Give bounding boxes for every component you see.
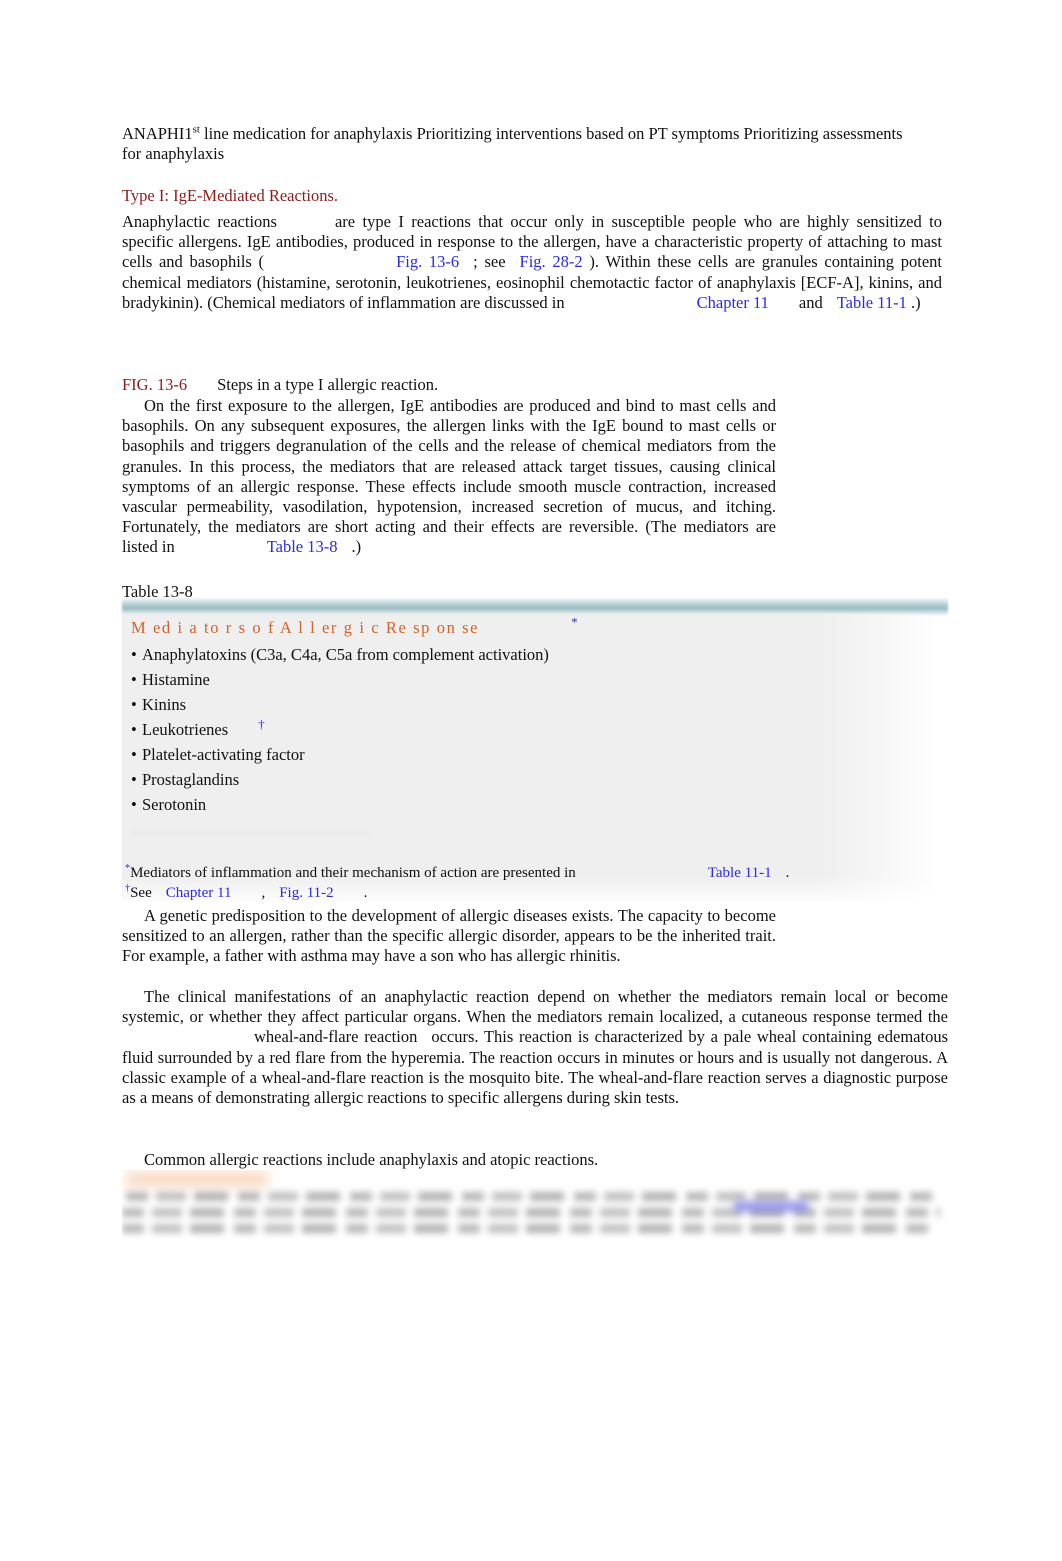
list-item-label: Histamine bbox=[142, 670, 210, 689]
list-item-label: Anaphylatoxins (C3a, C4a, C5a from compl… bbox=[142, 645, 549, 664]
list-item-footnote-mark: † bbox=[258, 716, 265, 732]
link-table-13-8[interactable]: Table 13-8 bbox=[267, 537, 338, 556]
list-item: • Platelet-activating factor bbox=[131, 742, 891, 767]
link-fig-11-2-footnote[interactable]: Fig. 11-2 bbox=[279, 885, 333, 901]
common-reactions-paragraph: Common allergic reactions include anaphy… bbox=[122, 1150, 822, 1170]
list-item: • Anaphylatoxins (C3a, C4a, C5a from comp… bbox=[131, 642, 891, 667]
figure-body-tail: .) bbox=[351, 537, 362, 557]
mediators-table: M ed i a to r s o f A l l er g i c Re sp… bbox=[122, 598, 948, 903]
intro-prefix: ANAPHI bbox=[122, 124, 185, 143]
figure-body-text: On the first exposure to the allergen, I… bbox=[122, 396, 776, 557]
bullet-icon: • bbox=[131, 670, 137, 689]
bullet-icon: • bbox=[131, 745, 137, 764]
anaphylactic-reactions-paragraph: Anaphylactic reactions are type I reactio… bbox=[122, 212, 942, 313]
list-item-label: Platelet-activating factor bbox=[142, 745, 305, 764]
intro-number: 1 bbox=[184, 124, 193, 143]
clinical-manifestations-paragraph: The clinical manifestations of an anaphy… bbox=[122, 987, 948, 1108]
blurred-text-block bbox=[122, 1192, 942, 1242]
bullet-icon: • bbox=[131, 645, 137, 664]
link-chapter-11[interactable]: Chapter 11 bbox=[697, 293, 769, 312]
blurred-bottom-region bbox=[122, 1170, 948, 1248]
footnote-1-tail: . bbox=[785, 865, 790, 881]
link-table-11-1-footnote[interactable]: Table 11-1 bbox=[708, 865, 772, 881]
link-fig-28-2-part1[interactable]: Fig. bbox=[520, 252, 546, 271]
manifestations-segment-1: The clinical manifestations of an anaphy… bbox=[122, 987, 948, 1027]
link-fig-13-6[interactable]: Fig. 13-6 bbox=[396, 252, 459, 271]
intro-line: ANAPHI1st line medication for anaphylaxi… bbox=[122, 124, 922, 164]
bullet-icon: • bbox=[131, 720, 137, 739]
footnote-2-separator: , bbox=[261, 885, 266, 901]
footnote-1-text: Mediators of inflammation and their mech… bbox=[130, 865, 576, 881]
bullet-icon: • bbox=[131, 795, 137, 814]
para-segment-3: ; see bbox=[473, 252, 506, 272]
bullet-icon: • bbox=[131, 770, 137, 789]
manifestations-segment-2: occurs. This reaction is characterized b… bbox=[122, 1027, 948, 1108]
term-wheal-and-flare: wheal-and-flare bbox=[254, 1027, 359, 1047]
figure-caption-text: Steps in a type I allergic reaction. bbox=[217, 375, 439, 394]
term-reaction: reaction bbox=[364, 1027, 418, 1047]
list-item: • Serotonin bbox=[131, 792, 891, 817]
list-item: • Leukotrienes † bbox=[131, 717, 891, 742]
figure-label: FIG. 13-6 bbox=[122, 375, 188, 394]
para-segment-6: .) bbox=[911, 292, 921, 312]
table-title: M ed i a to r s o f A l l er g i c Re sp… bbox=[131, 618, 480, 637]
intro-rest: line medication for anaphylaxis Prioriti… bbox=[122, 124, 903, 164]
table-footnote-1: *Mediators of inflammation and their mec… bbox=[125, 863, 925, 883]
mediators-list: • Anaphylatoxins (C3a, C4a, C5a from comp… bbox=[131, 642, 891, 817]
table-title-line: M ed i a to r s o f A l l er g i c Re sp… bbox=[131, 614, 580, 638]
common-reactions-text: Common allergic reactions include anaphy… bbox=[144, 1150, 599, 1169]
footnote-2-text: See bbox=[130, 885, 152, 901]
list-item: • Kinins bbox=[131, 692, 891, 717]
table-divider bbox=[131, 830, 369, 838]
list-item-label: Serotonin bbox=[142, 795, 207, 814]
link-table-11-1-part2[interactable]: 11-1 bbox=[877, 293, 907, 312]
figure-body-paragraph: On the first exposure to the allergen, I… bbox=[122, 396, 776, 558]
list-item: • Histamine bbox=[131, 667, 891, 692]
table-footnote-2: †See Chapter 11, Fig. 11-2. bbox=[125, 883, 925, 903]
table-header-band bbox=[122, 598, 948, 615]
list-item: • Prostaglandins bbox=[131, 767, 891, 792]
list-item-label: Leukotrienes bbox=[142, 720, 229, 739]
document-page: ANAPHI1st line medication for anaphylaxi… bbox=[0, 0, 1062, 1561]
footnote-2-tail: . bbox=[363, 885, 368, 901]
figure-caption-line: FIG. 13-6 Steps in a type I allergic reac… bbox=[122, 375, 942, 395]
blurred-link bbox=[734, 1201, 808, 1212]
bullet-icon: • bbox=[131, 695, 137, 714]
link-fig-28-2-part2[interactable]: 28-2 bbox=[552, 252, 582, 271]
list-item-label: Prostaglandins bbox=[142, 770, 240, 789]
intro-ordinal: st bbox=[192, 123, 200, 136]
blurred-heading bbox=[126, 1172, 268, 1187]
type1-heading: Type I: IgE-Mediated Reactions. bbox=[122, 186, 339, 205]
para-segment-5: and bbox=[798, 292, 823, 312]
para-segment-1: Anaphylactic reactions bbox=[122, 212, 277, 231]
list-item-label: Kinins bbox=[142, 695, 187, 714]
link-table-11-1-part1[interactable]: Table bbox=[837, 293, 873, 312]
table-title-footnote-mark: * bbox=[571, 614, 580, 630]
link-chapter-11-footnote[interactable]: Chapter 11 bbox=[166, 885, 232, 901]
genetic-predisposition-paragraph: A genetic predisposition to the developm… bbox=[122, 906, 776, 967]
genetic-para-text: A genetic predisposition to the developm… bbox=[122, 906, 776, 966]
